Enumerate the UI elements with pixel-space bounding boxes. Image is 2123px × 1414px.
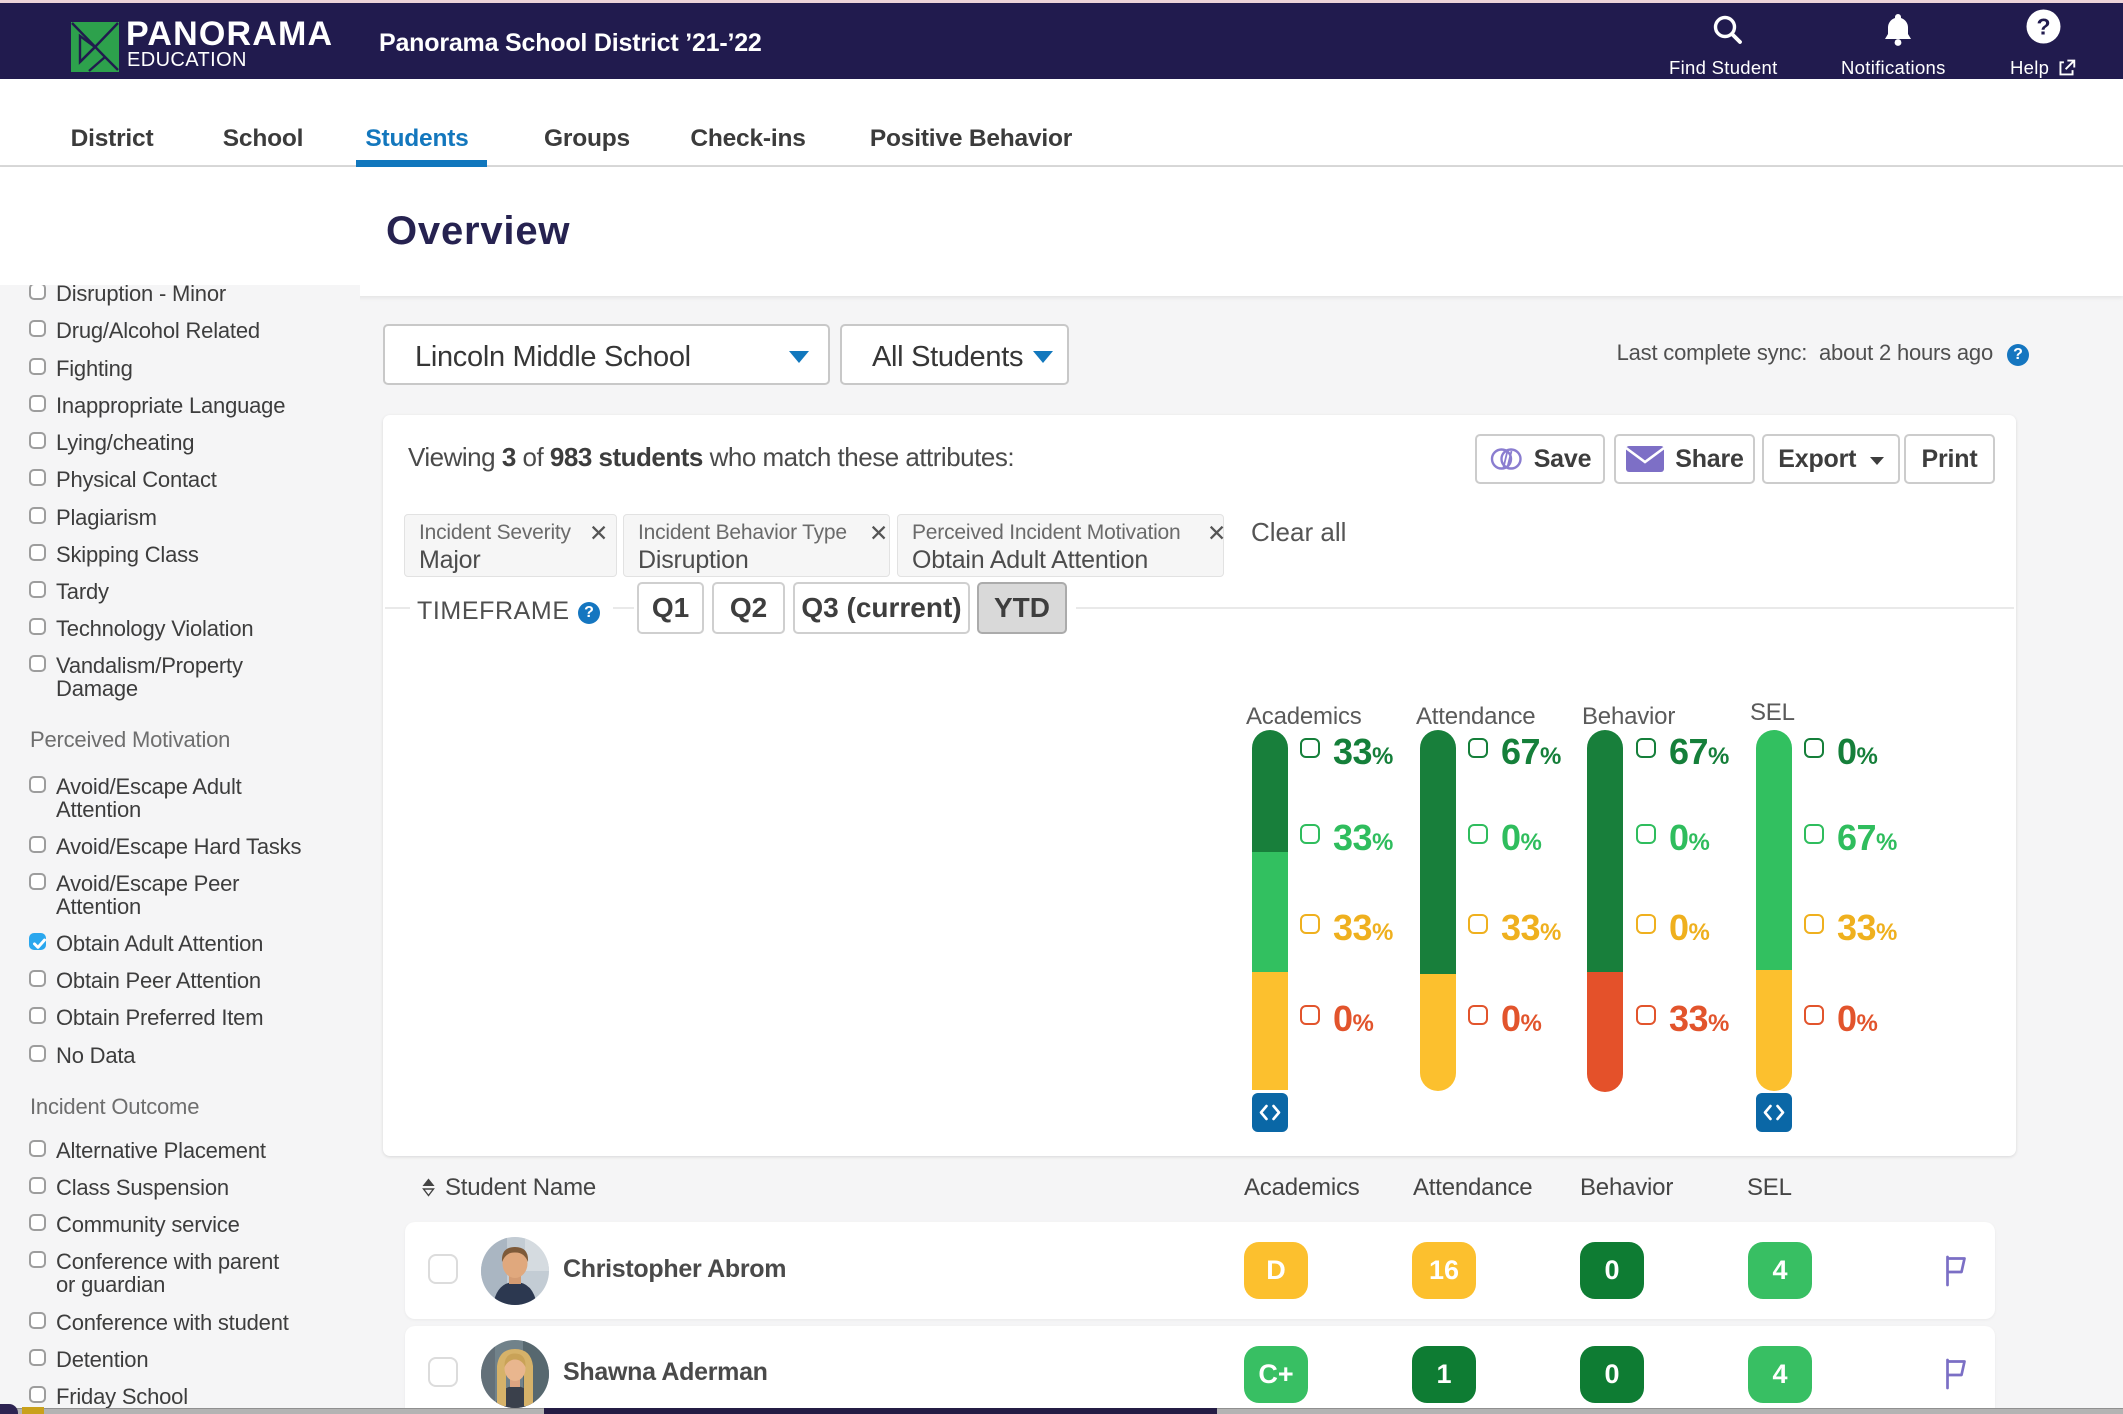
svg-text:?: ?: [2036, 14, 2050, 40]
